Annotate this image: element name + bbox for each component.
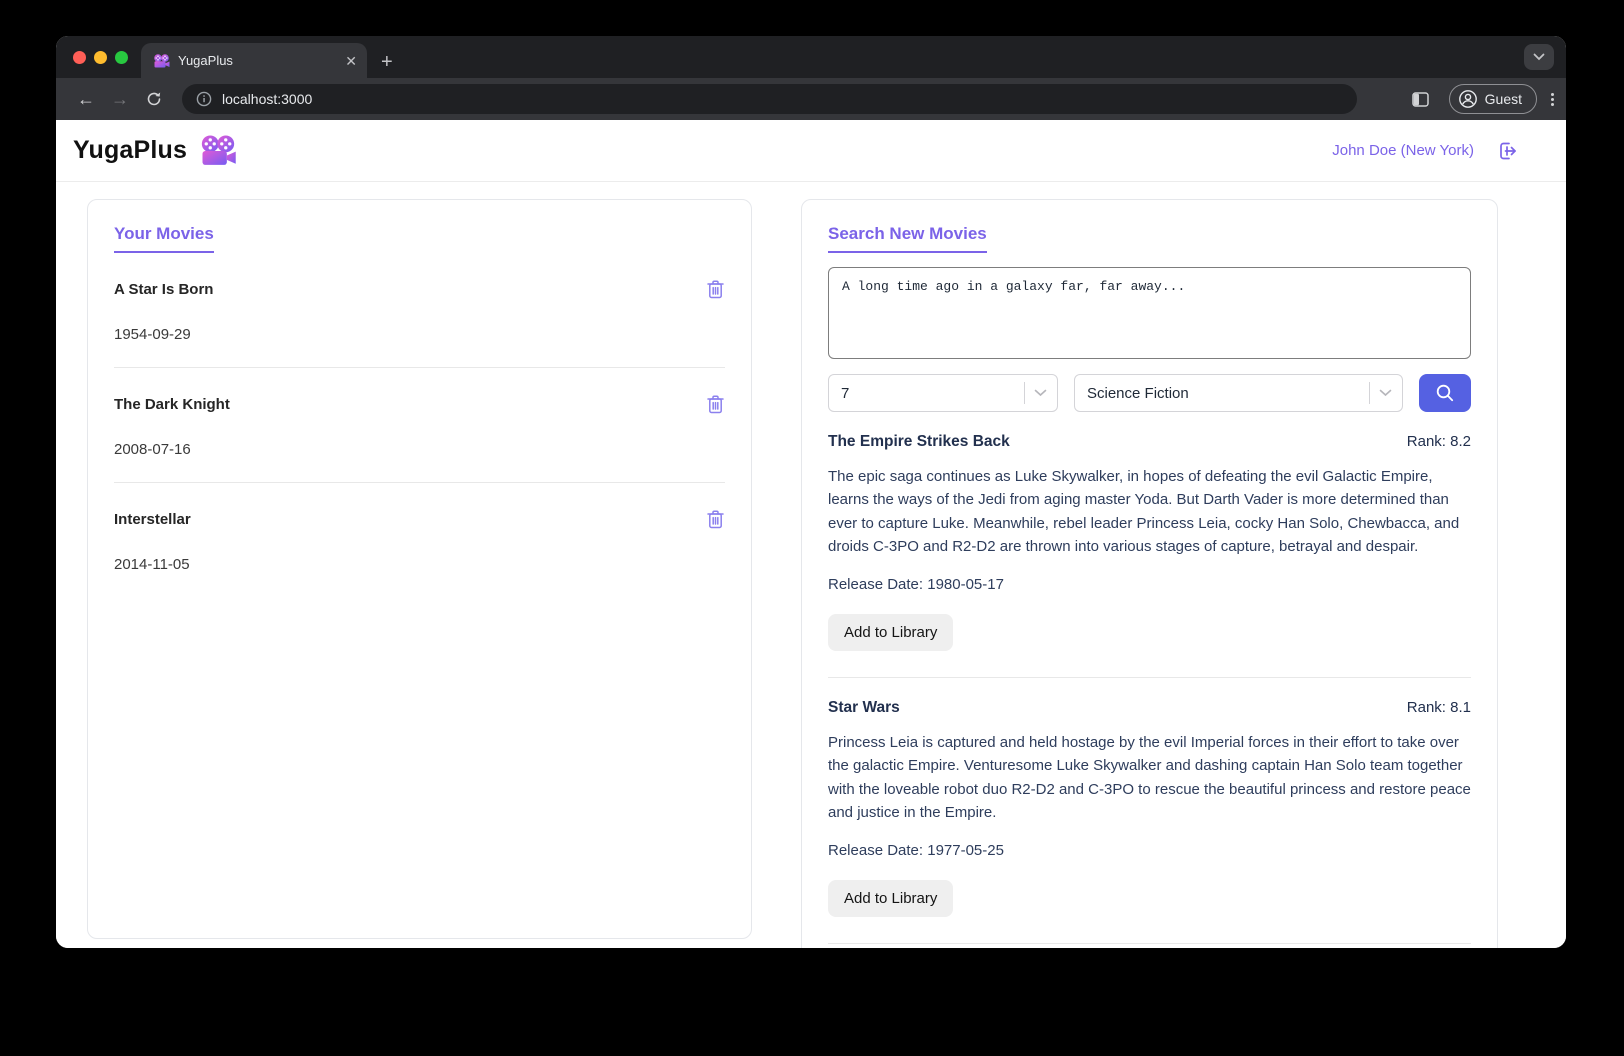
close-window-button[interactable] — [73, 51, 86, 64]
divider — [828, 677, 1471, 678]
browser-tabstrip: YugaPlus ✕ + — [56, 36, 1566, 78]
result-rank: Rank: 8.1 — [1406, 699, 1471, 716]
movie-camera-logo-icon — [199, 135, 237, 166]
result-description: Princess Leia is captured and held hosta… — [828, 734, 1471, 821]
result-description: The epic saga continues as Luke Skywalke… — [828, 468, 1460, 555]
result-rank: Rank: 8.2 — [1406, 433, 1471, 450]
result-release-date: Release Date: 1980-05-17 — [828, 576, 1004, 593]
genre-select-value: Science Fiction — [1087, 384, 1189, 402]
tab-title: YugaPlus — [178, 53, 233, 68]
site-info-icon[interactable] — [196, 91, 212, 107]
divider — [1024, 382, 1025, 404]
main-content: Your Movies A Star Is Born 1954-09-29 Th… — [56, 182, 1566, 948]
tab-favicon-movie-camera-icon — [153, 53, 170, 68]
tab-search-button[interactable] — [1524, 44, 1554, 70]
search-result: The Empire Strikes Back Rank: 8.2 The ep… — [828, 433, 1471, 678]
search-panel-title: Search New Movies — [828, 224, 987, 253]
back-button[interactable]: ← — [72, 85, 100, 113]
app-title: YugaPlus — [73, 136, 188, 164]
delete-movie-icon[interactable] — [706, 394, 725, 415]
movie-release-date: 2014-11-05 — [114, 556, 190, 573]
library-movie-row: Interstellar 2014-11-05 — [114, 509, 725, 573]
search-icon — [1436, 384, 1454, 402]
app-header: YugaPlus John Doe (New York) — [56, 120, 1566, 182]
library-panel-title: Your Movies — [114, 224, 214, 253]
new-tab-button[interactable]: + — [381, 52, 393, 72]
reload-icon — [147, 92, 161, 106]
movie-title: A Star Is Born — [114, 281, 214, 298]
library-movie-row: The Dark Knight 2008-07-16 — [114, 394, 725, 483]
divider — [114, 482, 725, 483]
address-bar[interactable]: localhost:3000 — [182, 84, 1357, 114]
chevron-down-icon — [1379, 389, 1392, 397]
search-controls: 7 Science Fiction — [828, 374, 1471, 412]
guest-avatar-icon — [1458, 90, 1477, 108]
result-title: The Empire Strikes Back — [828, 433, 1010, 450]
user-profile-link[interactable]: John Doe (New York) — [1332, 142, 1474, 159]
tab-close-icon[interactable]: ✕ — [345, 54, 357, 68]
chevron-down-icon — [1034, 389, 1047, 397]
zoom-window-button[interactable] — [115, 51, 128, 64]
delete-movie-icon[interactable] — [706, 509, 725, 530]
browser-toolbar: ← → localhost:3000 Guest — [56, 78, 1566, 120]
movie-release-date: 2008-07-16 — [114, 441, 191, 458]
rank-select-value: 7 — [841, 384, 850, 402]
reload-button[interactable] — [140, 85, 168, 113]
divider — [828, 943, 1471, 944]
search-button[interactable] — [1419, 374, 1471, 412]
browser-tab-yugaplus[interactable]: YugaPlus ✕ — [141, 43, 367, 78]
side-panel-button[interactable] — [1407, 85, 1435, 113]
result-release-date: Release Date: 1977-05-25 — [828, 842, 1004, 859]
minimize-window-button[interactable] — [94, 51, 107, 64]
add-to-library-button[interactable]: Add to Library — [828, 880, 954, 917]
guest-label: Guest — [1484, 91, 1522, 107]
header-user-area: John Doe (New York) — [1332, 140, 1518, 162]
delete-movie-icon[interactable] — [706, 279, 725, 300]
genre-select[interactable]: Science Fiction — [1074, 374, 1403, 412]
add-to-library-button[interactable]: Add to Library — [828, 614, 954, 651]
search-panel: Search New Movies A long time ago in a g… — [801, 199, 1498, 948]
search-query-input[interactable]: A long time ago in a galaxy far, far awa… — [828, 267, 1471, 359]
chevron-down-icon — [1533, 53, 1545, 61]
divider — [1369, 382, 1370, 404]
library-movie-row: A Star Is Born 1954-09-29 — [114, 279, 725, 368]
url-text: localhost:3000 — [222, 91, 313, 107]
logout-icon[interactable] — [1496, 140, 1518, 162]
movie-title: The Dark Knight — [114, 396, 230, 413]
side-panel-icon — [1412, 91, 1429, 107]
library-panel: Your Movies A Star Is Born 1954-09-29 Th… — [87, 199, 752, 939]
yugaplus-page: YugaPlus John Doe (New York) Your Movies… — [56, 120, 1566, 948]
forward-button[interactable]: → — [106, 85, 134, 113]
divider — [114, 367, 725, 368]
brand: YugaPlus — [73, 135, 237, 166]
browser-menu-button[interactable] — [1551, 92, 1554, 106]
profile-button[interactable]: Guest — [1448, 84, 1537, 114]
browser-window: YugaPlus ✕ + ← → localhost:3000 Guest Yu… — [56, 36, 1566, 948]
result-title: Star Wars — [828, 699, 900, 716]
movie-release-date: 1954-09-29 — [114, 326, 191, 343]
search-result: Star Wars Rank: 8.1 Princess Leia is cap… — [828, 699, 1471, 944]
rank-select[interactable]: 7 — [828, 374, 1058, 412]
window-controls — [73, 51, 128, 64]
movie-title: Interstellar — [114, 511, 191, 528]
